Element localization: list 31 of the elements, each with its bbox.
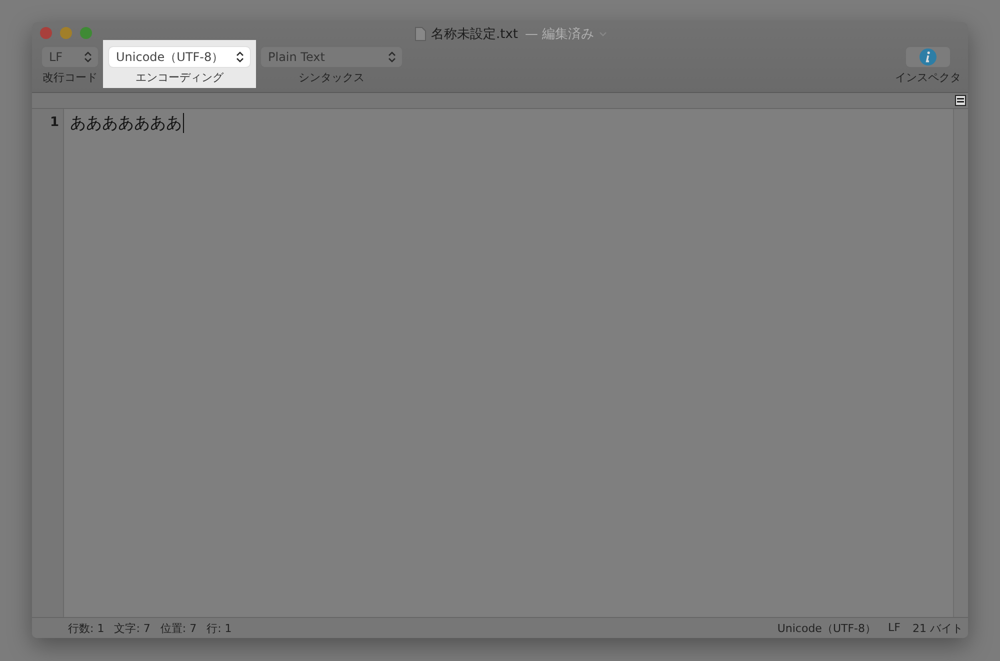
toolbar-label: 改行コード xyxy=(42,70,98,85)
toolbar-label: インスペクタ xyxy=(895,70,961,85)
status-text: LF xyxy=(888,620,900,636)
document-icon xyxy=(415,27,426,41)
updown-chevron-icon xyxy=(236,51,244,63)
updown-chevron-icon xyxy=(84,51,92,63)
menu-icon[interactable] xyxy=(955,95,966,106)
status-text: 位置: 7 xyxy=(160,620,197,636)
zoom-button[interactable] xyxy=(80,27,92,39)
close-button[interactable] xyxy=(40,27,52,39)
text-cursor xyxy=(183,113,184,133)
minimize-button[interactable] xyxy=(60,27,72,39)
scrollbar-track[interactable] xyxy=(953,109,968,617)
status-text: Unicode（UTF-8） xyxy=(777,620,876,636)
edited-status: — 編集済み xyxy=(525,26,594,43)
window-title: 名称未設定.txt xyxy=(431,26,518,43)
inspector-button[interactable] xyxy=(906,47,950,67)
toolbar-label: エンコーディング xyxy=(136,70,224,85)
status-text: 行数: 1 xyxy=(68,620,104,636)
text-line: あああああああ xyxy=(70,113,182,133)
popup-button[interactable]: LF xyxy=(42,47,98,67)
chevron-down-icon[interactable] xyxy=(599,31,608,37)
popup-button[interactable]: Unicode（UTF-8） xyxy=(109,47,250,67)
line-number: 1 xyxy=(48,114,60,132)
info-icon xyxy=(919,48,937,66)
popup-button[interactable]: Plain Text xyxy=(261,47,402,67)
toolbar-label: シンタックス xyxy=(298,70,364,85)
updown-chevron-icon xyxy=(388,51,396,63)
status-text: 21 バイト xyxy=(912,620,963,636)
status-text: 行: 1 xyxy=(206,620,232,636)
status-text: 文字: 7 xyxy=(114,620,150,636)
